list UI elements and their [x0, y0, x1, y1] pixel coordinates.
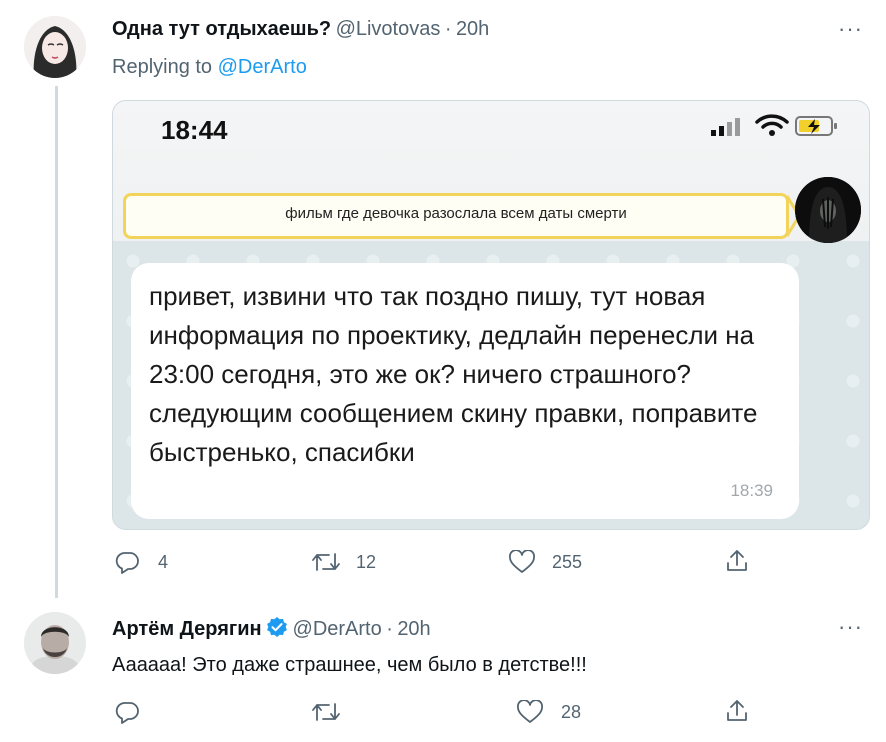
- like-count: 255: [552, 552, 583, 572]
- more-icon[interactable]: ···: [838, 16, 863, 42]
- replying-prefix: Replying to: [112, 56, 213, 78]
- tweet-text: Аааааа! Это даже страшнее, чем было в де…: [112, 654, 587, 676]
- like-icon[interactable]: [508, 550, 536, 574]
- status-clock: 18:44: [161, 115, 228, 145]
- chat-title: фильм где девочка разослала всем даты см…: [285, 205, 627, 222]
- share-icon[interactable]: [724, 548, 750, 574]
- tweet-header: Одна тут отдыхаешь? @Livotovas · 20h: [112, 18, 489, 41]
- separator: ·: [444, 18, 452, 40]
- replying-to: Replying to @DerArto: [112, 56, 307, 79]
- user-handle[interactable]: @DerArto: [293, 618, 382, 640]
- chat-message-text: привет, извини что так поздно пишу, тут …: [149, 281, 758, 467]
- more-icon[interactable]: ···: [838, 614, 863, 640]
- retweet-icon[interactable]: [311, 700, 341, 724]
- chat-avatar: [795, 177, 861, 243]
- display-name[interactable]: Артём Дерягин: [112, 618, 262, 640]
- reply-icon[interactable]: [114, 700, 140, 724]
- separator: ·: [386, 618, 393, 640]
- tweet-media[interactable]: 18:44 фильм где девочка разослала всем д…: [112, 100, 870, 530]
- chat-message-time: 18:39: [730, 481, 773, 500]
- user-handle[interactable]: @Livotovas: [336, 18, 441, 40]
- retweet-count: 12: [356, 552, 377, 572]
- replying-mention[interactable]: @DerArto: [218, 56, 307, 78]
- signal-icon: [711, 117, 749, 142]
- avatar-illustration: [24, 16, 86, 78]
- avatar[interactable]: [24, 16, 86, 78]
- share-icon[interactable]: [724, 698, 750, 724]
- chat-message-bubble: привет, извини что так поздно пишу, тут …: [131, 263, 799, 519]
- reply-count: 4: [158, 552, 169, 572]
- avatar-photo: [24, 612, 86, 674]
- timestamp[interactable]: 20h: [456, 18, 489, 40]
- display-name[interactable]: Одна тут отдыхаешь?: [112, 18, 331, 40]
- reply-icon[interactable]: [114, 550, 140, 574]
- chat-title-bar: фильм где девочка разослала всем даты см…: [123, 193, 789, 239]
- tweet-header: Артём Дерягин @DerArto · 20h: [112, 616, 431, 641]
- like-icon[interactable]: [516, 700, 544, 724]
- verified-badge-icon: [266, 616, 288, 638]
- wifi-icon: [755, 113, 789, 142]
- avatar[interactable]: [24, 612, 86, 674]
- like-count: 28: [561, 702, 582, 722]
- battery-icon: [795, 115, 839, 142]
- timestamp[interactable]: 20h: [397, 618, 430, 640]
- retweet-icon[interactable]: [311, 550, 341, 574]
- thread-line: [55, 86, 58, 598]
